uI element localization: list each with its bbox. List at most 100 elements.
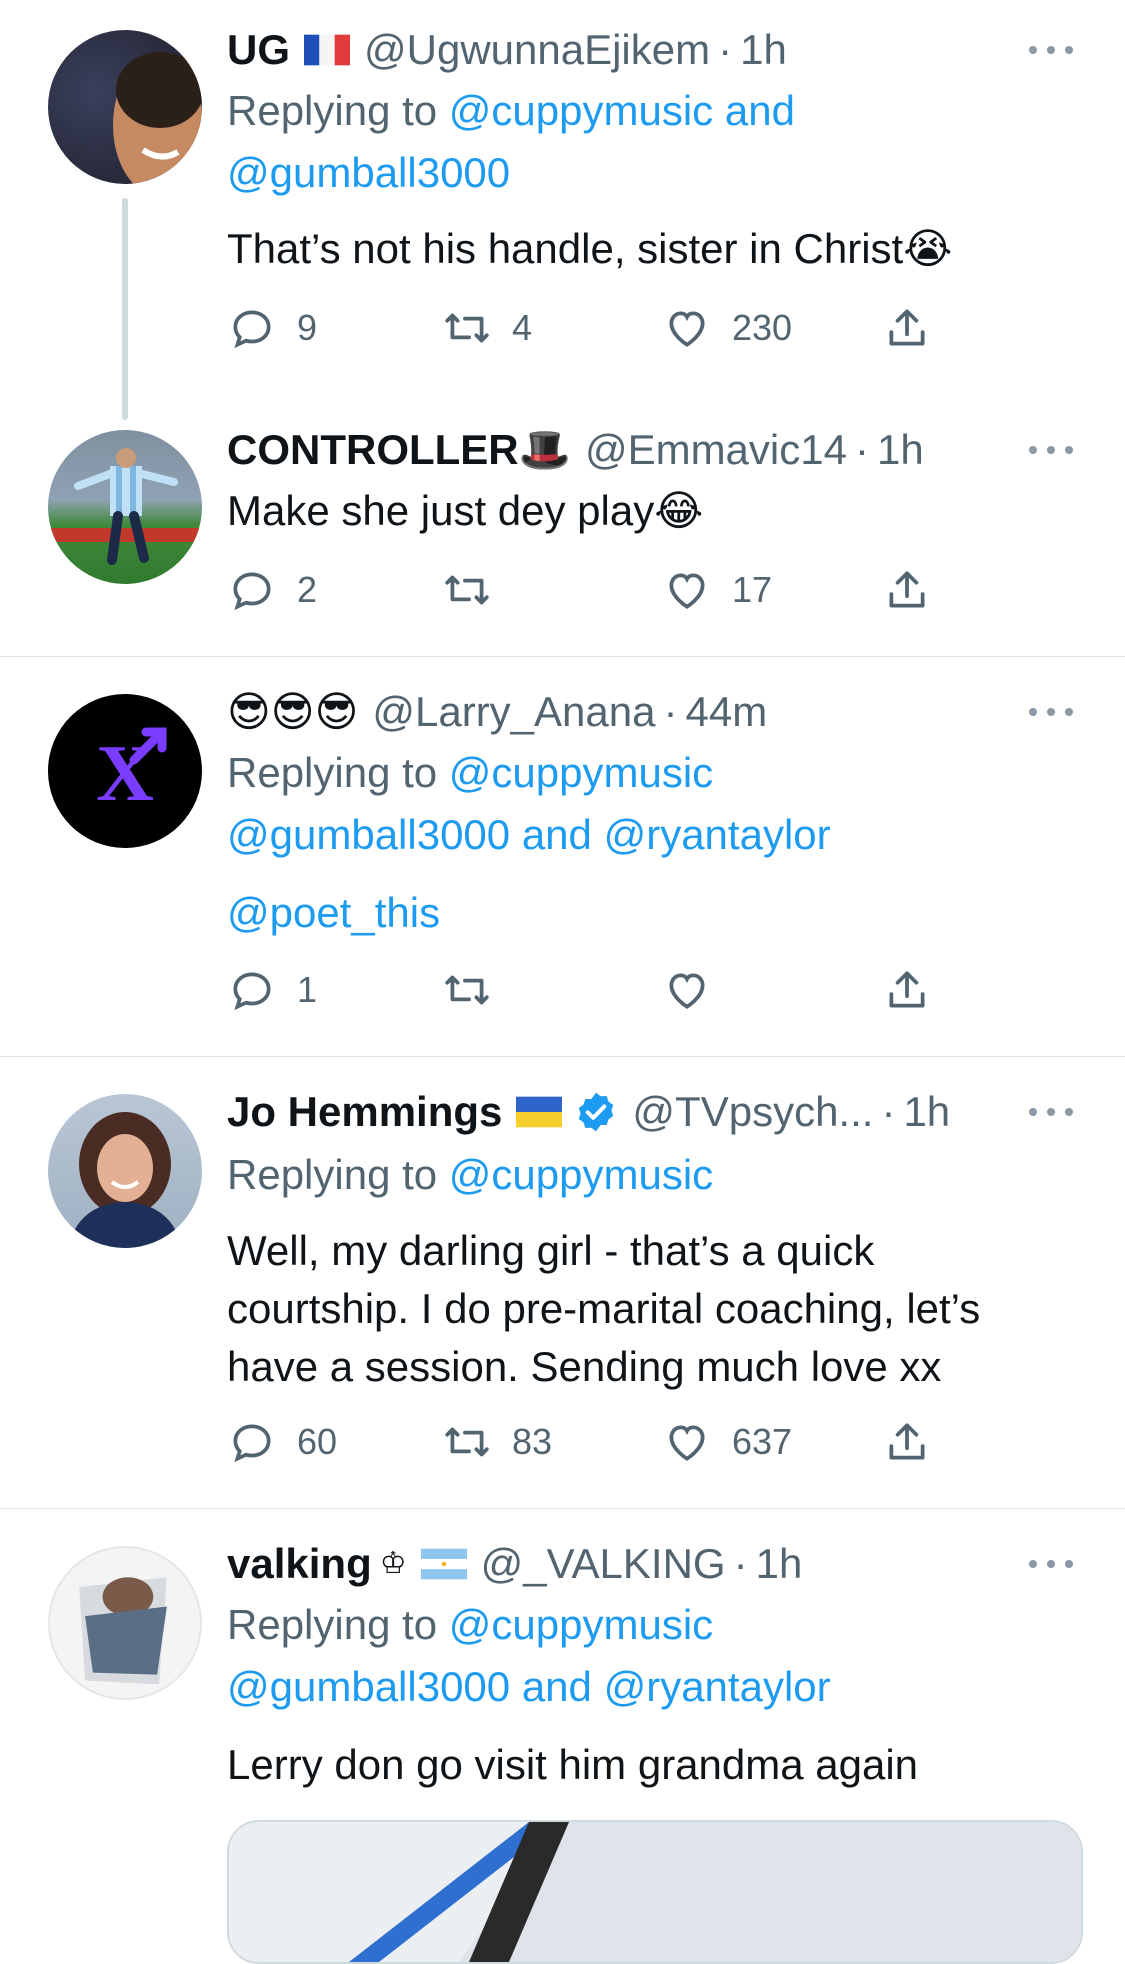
reply-count: 9 [297, 307, 318, 348]
mention-link[interactable]: @poet_this [227, 884, 1087, 942]
mention-link[interactable]: @ryantaylor [604, 1663, 831, 1710]
reply-icon [233, 310, 271, 349]
replying-to: Replying to @cuppymusic @gumball3000 and… [227, 1594, 1067, 1718]
mention-link[interactable]: @ryantaylor [604, 811, 831, 858]
france-flag-icon [304, 34, 350, 66]
like-button[interactable]: 17 [662, 562, 772, 618]
reply-button[interactable]: 2 [227, 562, 317, 618]
mention-link[interactable]: @cuppymusic [449, 749, 713, 796]
tweet-header: valking ♔ @_VALKING · 1h [227, 1536, 1065, 1592]
share-icon [889, 571, 925, 608]
tweet-divider [0, 1508, 1125, 1509]
display-name[interactable]: 😎😎😎 [227, 684, 358, 740]
separator-dot: · [881, 1088, 896, 1135]
retweet-icon [445, 313, 489, 343]
verified-badge-icon [579, 1092, 614, 1132]
tweet-actions: 1 [227, 962, 947, 1018]
tweet-text: Lerry don go visit him grandma again [227, 1741, 919, 1788]
share-icon [889, 971, 925, 1008]
replying-label: Replying to [227, 749, 449, 796]
reply-icon [233, 972, 271, 1011]
separator-dot: · [733, 1540, 748, 1587]
more-options-icon[interactable] [1029, 40, 1073, 60]
more-options-icon[interactable] [1029, 440, 1073, 460]
user-handle[interactable]: @UgwunnaEjikem [364, 22, 710, 78]
retweet-button[interactable] [442, 562, 512, 618]
reply-button[interactable]: 1 [227, 962, 317, 1018]
mention-link[interactable]: @gumball3000 [227, 1663, 510, 1710]
tweet-header: Jo Hemmings @TVpsych... · 1h [227, 1084, 1065, 1140]
retweet-icon [445, 1427, 489, 1457]
retweet-button[interactable]: 83 [442, 1414, 552, 1470]
reply-count: 2 [297, 569, 318, 610]
like-button[interactable] [662, 962, 732, 1018]
more-options-icon[interactable] [1029, 702, 1073, 722]
tweet-media-image[interactable] [227, 1820, 1083, 1964]
like-button[interactable]: 230 [662, 300, 792, 356]
reply-button[interactable]: 9 [227, 300, 317, 356]
user-handle[interactable]: @TVpsych... [632, 1084, 873, 1140]
display-name[interactable]: Jo Hemmings [227, 1084, 502, 1140]
like-count: 230 [732, 307, 793, 348]
mention-link[interactable]: @cuppymusic [449, 1151, 713, 1198]
heart-icon [669, 311, 705, 347]
retweet-count: 4 [512, 307, 533, 348]
display-name[interactable]: CONTROLLER🎩 [227, 422, 571, 478]
tweet-actions: 60 83 637 [227, 1414, 947, 1470]
mention-link[interactable]: @cuppymusic and [449, 87, 795, 134]
tweet-text-line: Well, my darling girl - that’s a quick [227, 1227, 875, 1274]
separator-dot: · [663, 688, 678, 735]
user-handle[interactable]: @Larry_Anana [372, 684, 655, 740]
user-handle[interactable]: @Emmavic14 [585, 422, 847, 478]
tweet-actions: 2 17 [227, 562, 947, 618]
ukraine-flag-icon [516, 1096, 563, 1128]
tweet-divider [0, 1056, 1125, 1057]
avatar[interactable] [48, 430, 202, 584]
timestamp[interactable]: 44m [686, 684, 768, 740]
like-count: 637 [732, 1421, 793, 1462]
crown-icon: ♔ [379, 1547, 407, 1580]
like-button[interactable]: 637 [662, 1414, 792, 1470]
tweet-actions: 9 4 230 [227, 300, 947, 356]
tweet-text-line: have a session. Sending much love xx [227, 1343, 942, 1390]
avatar[interactable] [48, 1094, 202, 1248]
timestamp[interactable]: 1h [740, 22, 787, 78]
separator-dot: · [718, 26, 733, 73]
more-options-icon[interactable] [1029, 1554, 1073, 1574]
retweet-button[interactable] [442, 962, 512, 1018]
avatar[interactable] [48, 1546, 202, 1700]
reply-count: 1 [297, 969, 318, 1010]
mention-link[interactable]: @gumball3000 [227, 149, 510, 196]
heart-icon [669, 573, 705, 609]
like-count: 17 [732, 569, 773, 610]
reply-button[interactable]: 60 [227, 1414, 337, 1470]
heart-icon [669, 973, 705, 1009]
more-options-icon[interactable] [1029, 1102, 1073, 1122]
share-button[interactable] [882, 962, 932, 1018]
share-button[interactable] [882, 300, 932, 356]
retweet-button[interactable]: 4 [442, 300, 532, 356]
share-button[interactable] [882, 1414, 932, 1470]
display-name[interactable]: UG [227, 22, 290, 78]
avatar[interactable] [48, 30, 202, 184]
timestamp[interactable]: 1h [756, 1536, 803, 1592]
replying-and: and [510, 1663, 604, 1710]
mention-link[interactable]: @gumball3000 [227, 811, 510, 858]
timestamp[interactable]: 1h [877, 422, 924, 478]
reply-count: 60 [297, 1421, 338, 1462]
retweet-icon [445, 975, 489, 1005]
timestamp[interactable]: 1h [903, 1084, 950, 1140]
thread-connector [122, 198, 128, 420]
share-icon [889, 309, 925, 346]
replying-to: Replying to @cuppymusic and @gumball3000 [227, 80, 1067, 204]
tweet-text: Make she just dey play😂 [227, 487, 704, 534]
tweet-text: That’s not his handle, sister in Christ😭 [227, 225, 953, 272]
share-button[interactable] [882, 562, 932, 618]
display-name[interactable]: valking [227, 1536, 372, 1592]
replying-and: and [510, 811, 604, 858]
mention-link[interactable]: @cuppymusic [449, 1601, 713, 1648]
user-handle[interactable]: @_VALKING [481, 1536, 726, 1592]
argentina-flag-icon [420, 1548, 467, 1580]
tweet-header: CONTROLLER🎩 @Emmavic14 · 1h [227, 422, 1065, 478]
avatar[interactable]: X [48, 694, 202, 848]
